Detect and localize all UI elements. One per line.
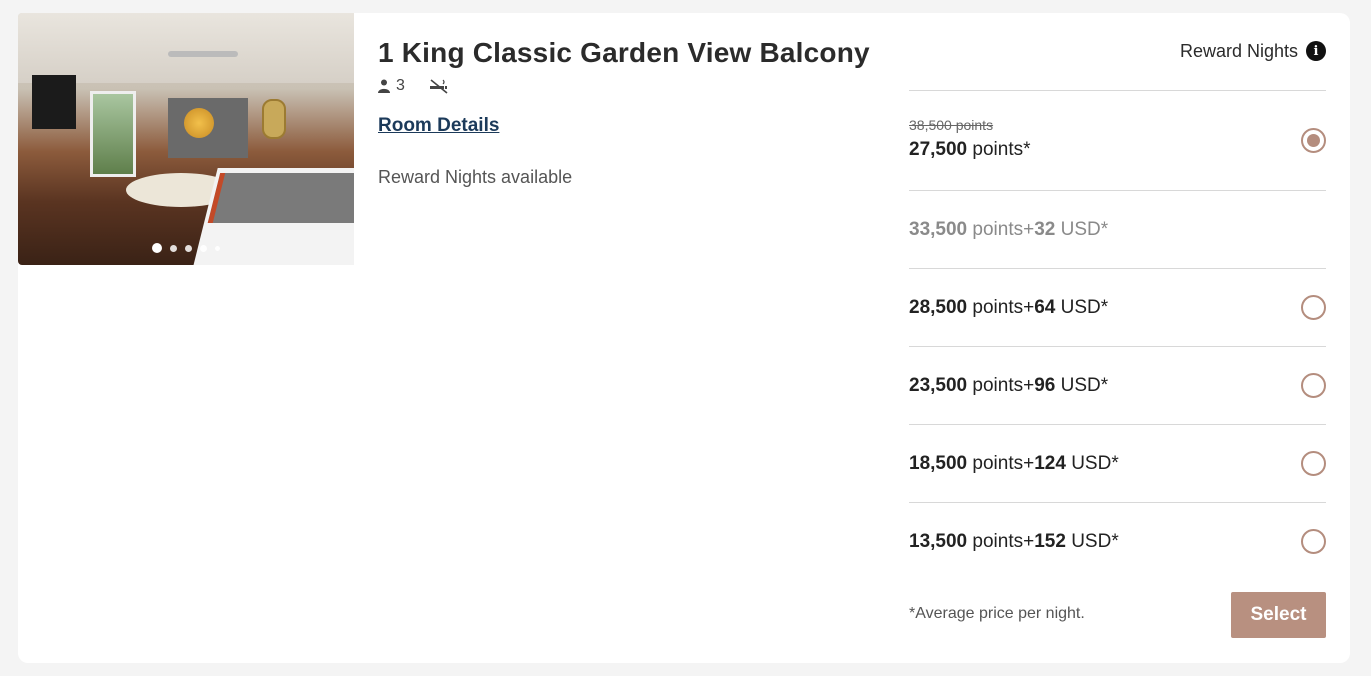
rate-option-5[interactable]: 18,500 points+124 USD* (909, 425, 1326, 503)
points-label: points (972, 452, 1024, 474)
rate-radio-3[interactable] (1301, 294, 1326, 320)
points-label: points (972, 531, 1024, 552)
rates-header-label: Reward Nights (1179, 40, 1298, 61)
plus-sign: + (1023, 296, 1035, 318)
rate-option-1[interactable]: 38,500 points 27,500 points* (909, 91, 1326, 191)
rate-option-2: 33,500 points+32 USD* (909, 191, 1326, 269)
rate-option-4[interactable]: 23,500 points+96 USD* (909, 347, 1326, 425)
cash-value: 96 (1034, 374, 1056, 396)
rate-option-label: 28,500 points+64 USD* (909, 297, 1108, 319)
rate-option-3[interactable]: 28,500 points+64 USD* (909, 269, 1326, 347)
rate-option-label: 18,500 points+124 USD* (909, 453, 1119, 475)
room-card: 1 King Classic Garden View Balcony 3 Roo… (18, 13, 1350, 663)
cash-label: USD* (1060, 296, 1109, 318)
room-title: 1 King Classic Garden View Balcony (378, 37, 870, 68)
room-meta: 3 (378, 77, 898, 95)
carousel-dots (18, 243, 354, 253)
rate-radio-4[interactable] (1301, 372, 1326, 398)
room-photo-carousel[interactable] (18, 13, 354, 265)
cash-value: 64 (1034, 296, 1056, 318)
cash-label: USD* (1060, 218, 1109, 240)
points-label: points* (972, 138, 1031, 160)
no-smoking-icon (429, 79, 448, 94)
cash-value: 32 (1034, 218, 1056, 240)
rate-options-panel: Reward Nights i 38,500 points 27,500 poi… (909, 37, 1326, 581)
points-value: 18,500 (909, 452, 968, 474)
original-points: 38,500 points (909, 117, 994, 133)
rates-footer: *Average price per night. Select (909, 592, 1326, 638)
carousel-dot-3[interactable] (185, 244, 192, 252)
photo-wall-art (184, 108, 214, 138)
photo-window (90, 91, 136, 177)
cash-label: USD* (1071, 452, 1119, 474)
points-value: 28,500 (909, 296, 968, 318)
room-details-link[interactable]: Room Details (378, 115, 499, 137)
select-button[interactable]: Select (1231, 592, 1326, 638)
carousel-dot-4[interactable] (200, 244, 207, 252)
cash-value: 124 (1034, 452, 1066, 474)
points-value: 23,500 (909, 374, 968, 396)
photo-mirror (262, 99, 286, 139)
photo-ceiling-fan (168, 51, 238, 57)
rate-option-label: 13,500 points+152 USD* (909, 531, 1119, 553)
carousel-dot-2[interactable] (170, 244, 177, 252)
price-footnote: *Average price per night. (909, 605, 1085, 622)
person-icon (378, 79, 390, 93)
reward-availability-text: Reward Nights available (378, 167, 573, 187)
cash-label: USD* (1071, 531, 1119, 552)
occupancy-count: 3 (396, 77, 405, 94)
points-label: points (972, 374, 1024, 396)
plus-sign: + (1023, 531, 1035, 552)
cash-label: USD* (1060, 374, 1109, 396)
plus-sign: + (1023, 374, 1035, 396)
points-label: points (972, 296, 1024, 318)
photo-tv (32, 75, 76, 129)
points-value: 33,500 (909, 218, 968, 240)
rate-option-label: 33,500 points+32 USD* (909, 219, 1108, 241)
carousel-dot-1[interactable] (152, 243, 162, 253)
photo-bed-runner (207, 173, 354, 223)
info-icon[interactable]: i (1306, 41, 1326, 61)
photo-ceiling (18, 13, 354, 83)
plus-sign: + (1023, 218, 1035, 240)
points-value: 13,500 (909, 531, 968, 552)
cash-value: 152 (1034, 531, 1066, 552)
carousel-dot-5[interactable] (215, 245, 220, 251)
rate-radio-5[interactable] (1301, 450, 1326, 476)
rate-radio-6[interactable] (1301, 529, 1326, 554)
rate-radio-1[interactable] (1301, 127, 1326, 153)
rates-header: Reward Nights i (909, 37, 1326, 65)
rate-option-label: 27,500 points* (909, 139, 1031, 161)
points-label: points (972, 218, 1024, 240)
rate-option-label: 23,500 points+96 USD* (909, 375, 1108, 397)
points-value: 27,500 (909, 138, 968, 160)
plus-sign: + (1023, 452, 1035, 474)
room-info: 1 King Classic Garden View Balcony 3 Roo… (378, 37, 898, 188)
rate-option-6[interactable]: 13,500 points+152 USD* (909, 503, 1326, 581)
